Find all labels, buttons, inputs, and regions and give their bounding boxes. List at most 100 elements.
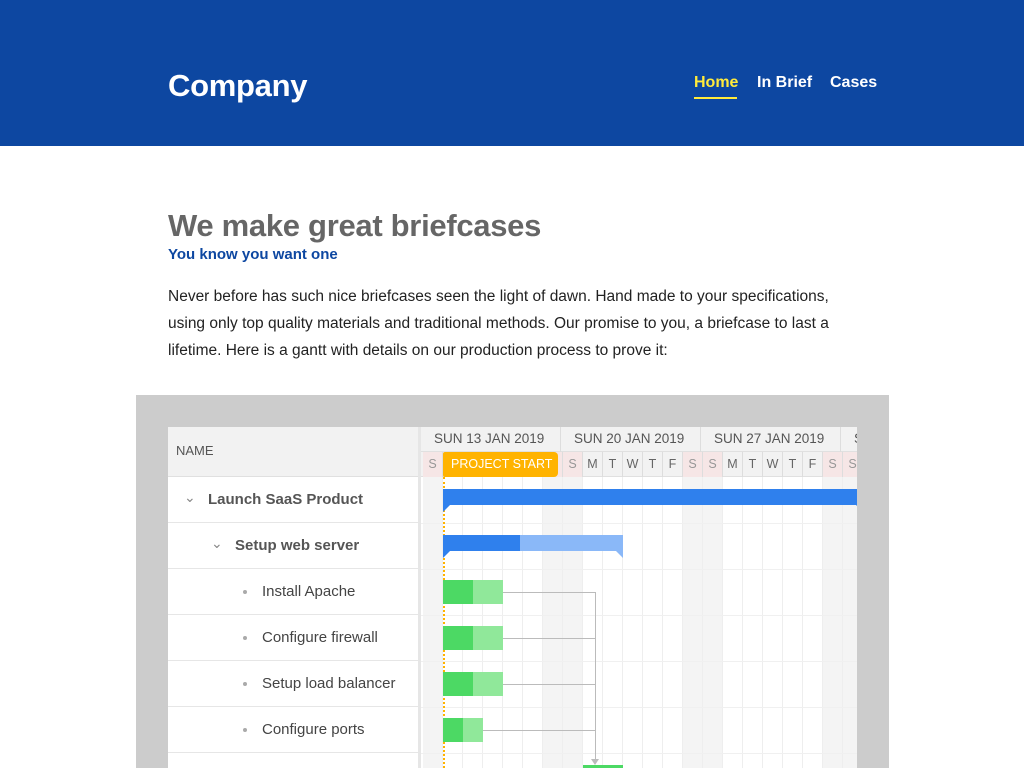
day-header-cell: F (803, 452, 823, 477)
task-bar-progress (443, 580, 473, 604)
task-bar[interactable] (443, 535, 623, 558)
task-row-configure-firewall[interactable]: Configure firewall (168, 615, 418, 661)
day-header-cell: M (583, 452, 603, 477)
day-header-cell: T (643, 452, 663, 477)
chevron-down-icon[interactable]: ⌄ (211, 535, 223, 552)
day-gridline (722, 477, 723, 768)
day-gridline (502, 477, 503, 768)
name-column-header[interactable]: NAME (168, 427, 418, 477)
name-header-label: NAME (176, 443, 214, 458)
task-row-setup-web-server[interactable]: ⌄ Setup web server (168, 523, 418, 569)
task-bar-progress (443, 672, 473, 696)
page-subtitle: You know you want one (168, 246, 338, 263)
intro-paragraph: Never before has such nice briefcases se… (168, 288, 829, 359)
weekend-column (543, 477, 563, 768)
day-header-cell: S (563, 452, 583, 477)
dependency-line (483, 730, 595, 731)
weekend-column (563, 477, 583, 768)
row-gridline (421, 707, 857, 708)
day-header-cell: S (683, 452, 703, 477)
task-bar-progress (443, 535, 521, 551)
week-header-cell: SUN 20 JAN 2019 (561, 427, 701, 452)
row-gridline (421, 615, 857, 616)
week-header-cell: S (841, 427, 857, 452)
task-bar-progress (443, 718, 463, 742)
weekend-column (423, 477, 443, 768)
day-header-cell: T (783, 452, 803, 477)
day-gridline (742, 477, 743, 768)
task-name: Configure ports (262, 721, 365, 738)
week-header-row: SUN 13 JAN 2019 SUN 20 JAN 2019 SUN 27 JAN… (421, 427, 857, 452)
day-header-cell: F (663, 452, 683, 477)
day-gridline (762, 477, 763, 768)
task-row-launch-saas[interactable]: ⌄ Launch SaaS Product (168, 477, 418, 523)
nav-in-brief[interactable]: In Brief (757, 74, 812, 92)
weekend-column (703, 477, 723, 768)
day-header-cell: W (623, 452, 643, 477)
dependency-line (503, 638, 595, 639)
dependency-line (503, 592, 595, 593)
nav-home-underline (694, 97, 737, 99)
task-bar-progress (443, 626, 473, 650)
task-bar[interactable] (443, 626, 503, 650)
project-start-marker[interactable]: PROJECT START (443, 452, 558, 477)
schedule-area[interactable]: SUN 13 JAN 2019 SUN 20 JAN 2019 SUN 27 JAN… (421, 427, 857, 768)
summary-bar-end-marker (616, 551, 623, 558)
gantt-chart[interactable]: NAME ⌄ Launch SaaS Product ⌄ Setup web s… (168, 427, 857, 768)
bullet-icon (243, 682, 247, 686)
summary-bar-end-marker (443, 551, 450, 558)
task-name: Launch SaaS Product (208, 491, 364, 508)
day-header-cell: W (763, 452, 783, 477)
site-header: Company Home In Brief Cases (0, 0, 1024, 146)
weekend-column (823, 477, 843, 768)
day-gridline (522, 477, 523, 768)
weekend-column (683, 477, 703, 768)
task-row-install-apache[interactable]: Install Apache (168, 569, 418, 615)
bullet-icon (243, 728, 247, 732)
day-header-cell: T (743, 452, 763, 477)
row-gridline (421, 523, 857, 524)
row-gridline (421, 569, 857, 570)
bullet-icon (243, 590, 247, 594)
day-gridline (662, 477, 663, 768)
day-header-cell: S (703, 452, 723, 477)
day-header-cell: S (823, 452, 843, 477)
nav-cases[interactable]: Cases (830, 74, 877, 92)
day-header-cell: S (843, 452, 857, 477)
bullet-icon (243, 636, 247, 640)
task-bar[interactable] (443, 672, 503, 696)
row-gridline (421, 661, 857, 662)
task-name: Setup web server (235, 537, 360, 554)
day-header-cell: S (423, 452, 443, 477)
task-row-next[interactable] (168, 753, 418, 768)
task-bar-progress (443, 489, 857, 505)
task-name: Configure firewall (262, 629, 378, 646)
page-title: We make great briefcases (168, 208, 542, 243)
task-bar[interactable] (443, 580, 503, 604)
day-gridline (802, 477, 803, 768)
day-gridline (602, 477, 603, 768)
summary-bar-end-marker (856, 505, 857, 512)
task-name: Install Apache (262, 583, 356, 600)
task-row-setup-load-balancer[interactable]: Setup load balancer (168, 661, 418, 707)
dependency-line (503, 684, 595, 685)
brand-logo[interactable]: Company (168, 68, 307, 104)
day-header-cell: T (603, 452, 623, 477)
day-header-cell: M (723, 452, 743, 477)
day-gridline (642, 477, 643, 768)
summary-bar-end-marker (443, 505, 450, 512)
task-bar[interactable] (443, 718, 483, 742)
task-row-configure-ports[interactable]: Configure ports (168, 707, 418, 753)
week-header-cell: SUN 13 JAN 2019 (421, 427, 561, 452)
dependency-line (595, 592, 596, 762)
task-name: Setup load balancer (262, 675, 396, 692)
day-gridline (622, 477, 623, 768)
chevron-down-icon[interactable]: ⌄ (184, 489, 196, 506)
day-gridline (782, 477, 783, 768)
day-gridline (582, 477, 583, 768)
weekend-column (843, 477, 857, 768)
nav-home[interactable]: Home (694, 74, 738, 92)
row-gridline (421, 753, 857, 754)
week-header-cell: SUN 27 JAN 2019 (701, 427, 841, 452)
task-bar[interactable] (443, 489, 857, 512)
